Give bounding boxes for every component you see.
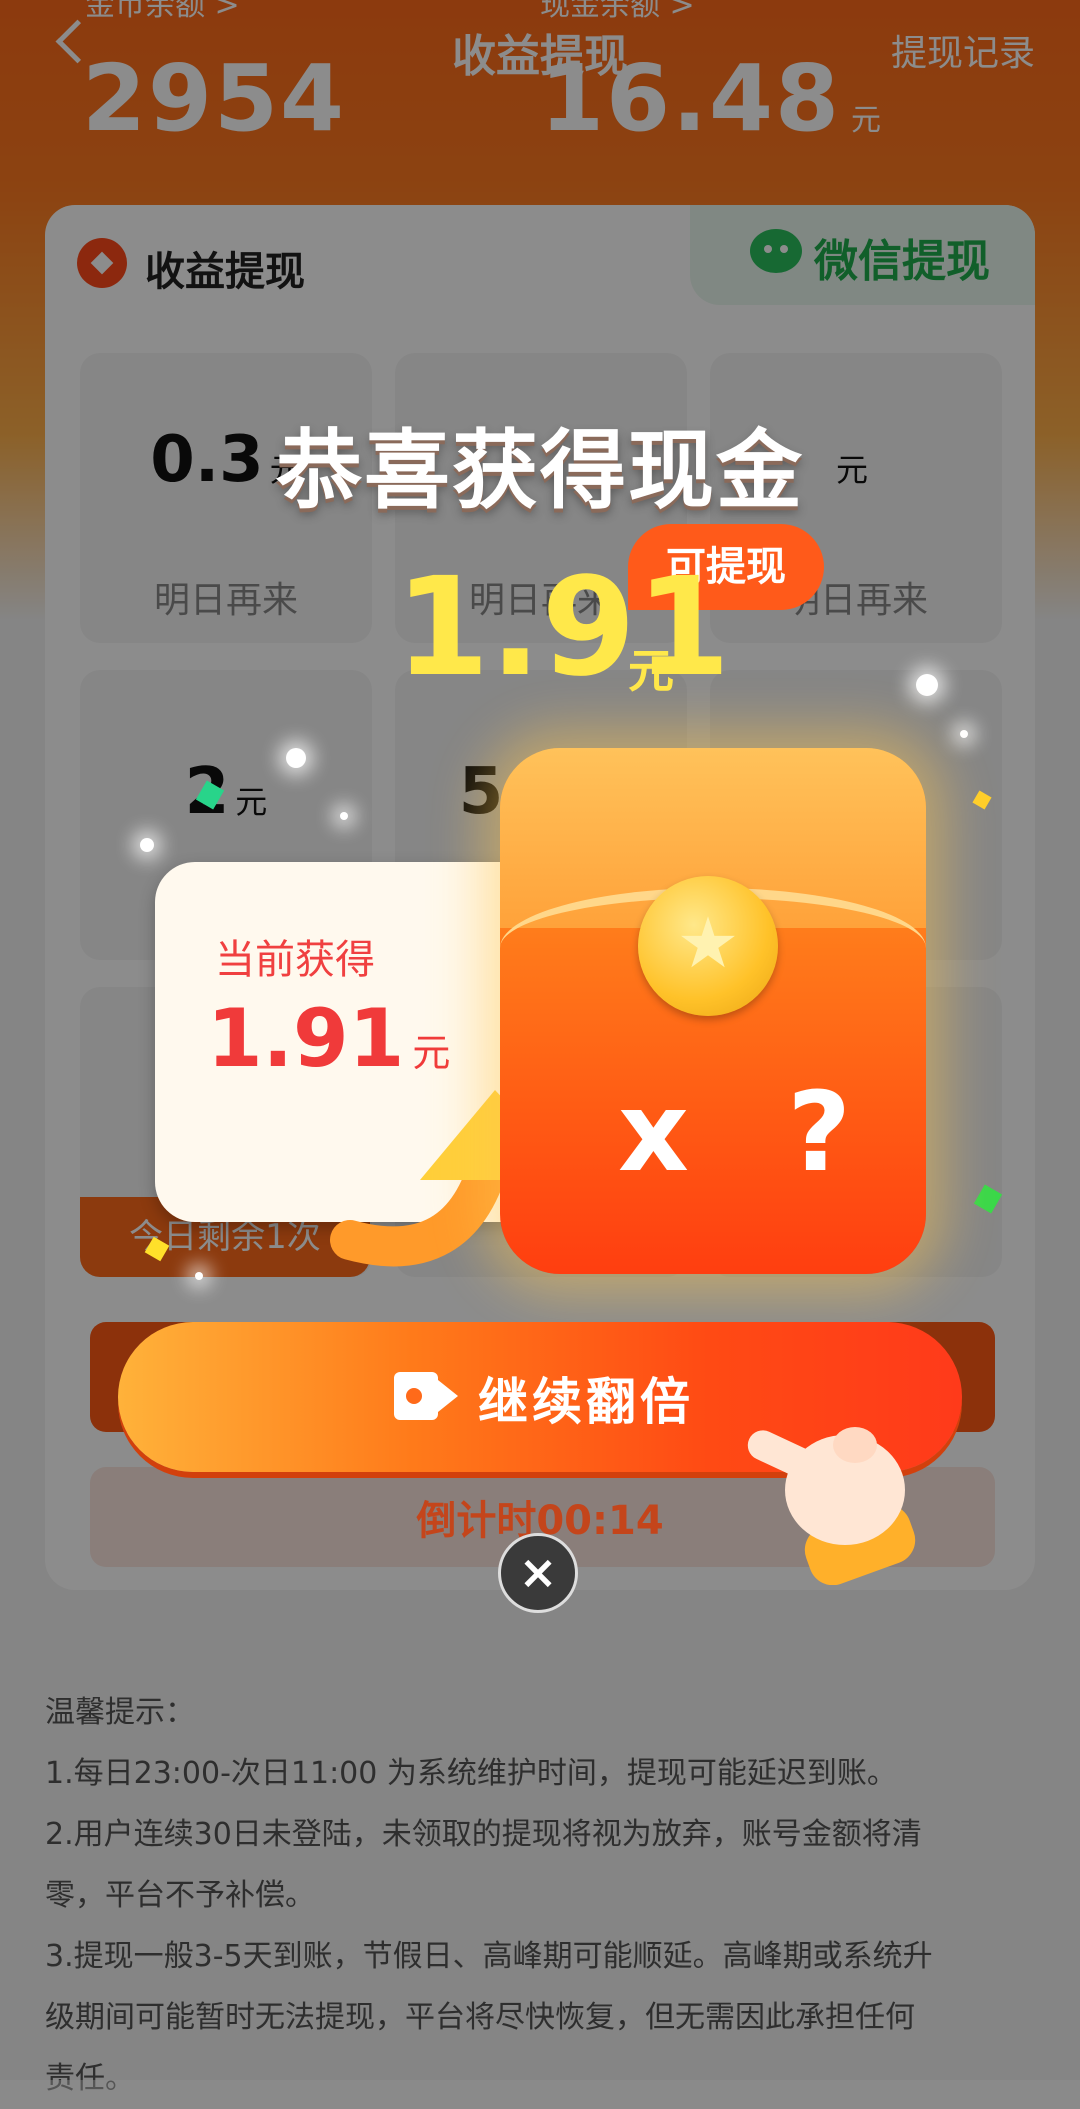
- sparkle-icon: [960, 730, 968, 738]
- sparkle-icon: [286, 748, 306, 768]
- red-envelope: ★ x ?: [500, 748, 926, 1274]
- current-reward-label: 当前获得: [215, 937, 375, 983]
- close-icon[interactable]: ×: [498, 1533, 578, 1613]
- reward-amount: 1.91: [395, 549, 731, 707]
- star-coin-icon: ★: [638, 876, 778, 1016]
- sparkle-icon: [140, 838, 154, 852]
- sparkle-icon: [195, 1272, 203, 1280]
- sparkle-icon: [340, 812, 348, 820]
- star-icon: ★: [676, 902, 740, 984]
- sparkle-icon: [916, 674, 938, 696]
- video-camera-icon: [394, 1372, 438, 1420]
- reward-unit: 元: [628, 644, 674, 698]
- continue-double-label: 继续翻倍: [478, 1373, 694, 1431]
- multiplier-text: x ?: [618, 1068, 882, 1196]
- popup-headline: 恭喜获得现金: [276, 421, 804, 521]
